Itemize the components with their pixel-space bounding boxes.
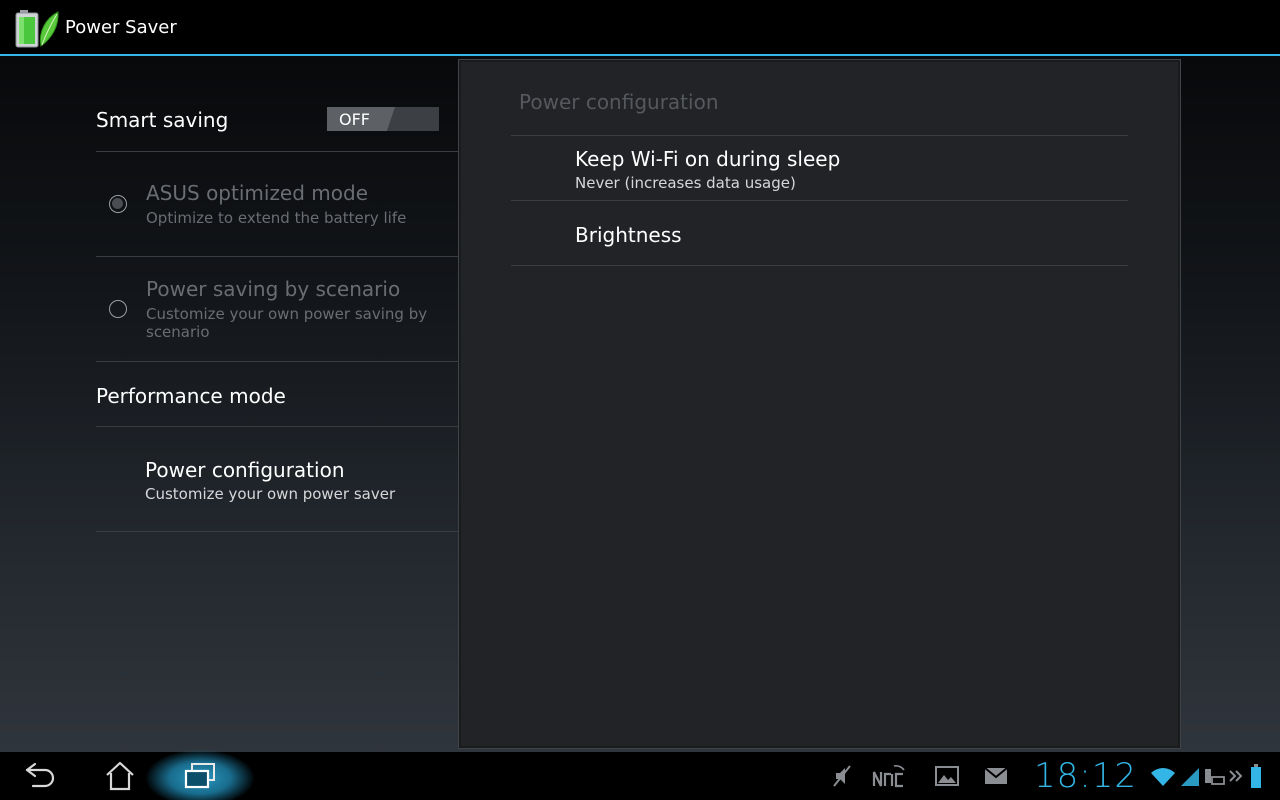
usb-dock-icon[interactable]	[1202, 762, 1226, 790]
toggle-state-text: OFF	[339, 110, 370, 129]
option-asus-optimized: ASUS optimized mode Optimize to extend t…	[96, 152, 458, 257]
more-icon[interactable]	[1228, 762, 1244, 790]
smart-saving-toggle[interactable]: OFF	[327, 107, 439, 131]
app-title: Power Saver	[65, 17, 177, 38]
back-icon[interactable]	[10, 756, 70, 796]
option-title: ASUS optimized mode	[146, 181, 369, 205]
keep-wifi-on-item[interactable]: Keep Wi-Fi on during sleep Never (increa…	[511, 136, 1128, 201]
power-configuration-subtitle: Customize your own power saver	[145, 485, 396, 503]
detail-pane: Power configuration Keep Wi-Fi on during…	[458, 59, 1181, 749]
brightness-item[interactable]: Brightness	[511, 201, 1128, 266]
item-subtitle: Never (increases data usage)	[575, 174, 796, 192]
muted-icon[interactable]	[830, 762, 854, 790]
option-subtitle: Optimize to extend the battery life	[146, 209, 407, 227]
radio-button	[109, 195, 127, 213]
email-icon[interactable]	[983, 762, 1009, 790]
gallery-icon[interactable]	[934, 762, 960, 790]
home-icon[interactable]	[90, 756, 150, 796]
smart-saving-row: Smart saving OFF	[96, 56, 458, 152]
performance-mode-row: Performance mode	[96, 362, 458, 427]
smart-saving-label: Smart saving	[96, 108, 229, 132]
nfc-icon[interactable]	[871, 762, 907, 790]
battery-leaf-icon[interactable]	[14, 8, 60, 48]
settings-list: Smart saving OFF ASUS optimized mode Opt…	[96, 56, 458, 532]
radio-indicator	[112, 198, 123, 209]
action-bar: Power Saver	[0, 0, 1280, 56]
status-clock[interactable]: 18:12	[1034, 756, 1137, 796]
performance-mode-label: Performance mode	[96, 384, 286, 408]
power-configuration-item[interactable]: Power configuration Customize your own p…	[96, 427, 458, 532]
recent-apps-icon[interactable]	[170, 756, 230, 796]
signal-icon[interactable]	[1179, 762, 1201, 790]
power-configuration-title: Power configuration	[145, 458, 345, 482]
option-power-saving-scenario: Power saving by scenario Customize your …	[96, 257, 458, 362]
option-subtitle: Customize your own power saving by scena…	[146, 305, 428, 341]
item-title: Brightness	[575, 223, 682, 247]
wifi-icon[interactable]	[1150, 762, 1176, 790]
radio-button	[109, 300, 127, 318]
detail-pane-title: Power configuration	[519, 90, 719, 114]
detail-list: Keep Wi-Fi on during sleep Never (increa…	[511, 135, 1128, 266]
item-title: Keep Wi-Fi on during sleep	[575, 147, 841, 171]
system-bar: 18:12	[0, 750, 1280, 800]
battery-icon[interactable]	[1249, 762, 1263, 790]
content-area: Smart saving OFF ASUS optimized mode Opt…	[0, 56, 1280, 752]
option-title: Power saving by scenario	[146, 277, 401, 301]
